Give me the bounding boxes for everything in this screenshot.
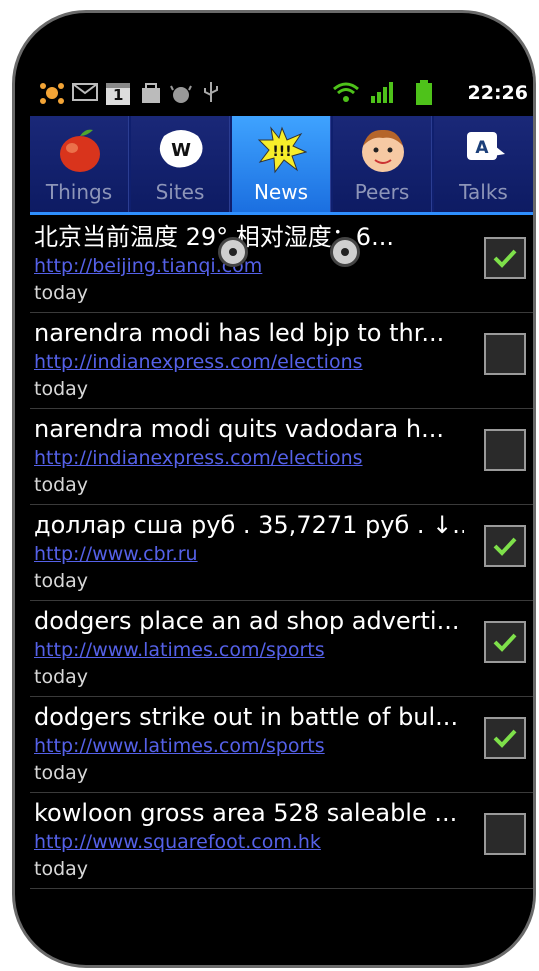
battery-icon (415, 80, 433, 105)
check-icon (493, 729, 517, 748)
check-icon (493, 249, 517, 268)
check-icon (493, 633, 517, 652)
item-title[interactable]: 北京当前温度 29° 相对湿度：6... (34, 221, 464, 253)
tab-label-talks: Talks (459, 180, 508, 204)
item-link[interactable]: http://www.cbr.ru (34, 542, 198, 566)
phone-frame: 1 22:26 Things W Sites !!! News Peers A … (12, 10, 536, 968)
face-icon (362, 129, 404, 172)
list-item[interactable]: dodgers place an ad shop adverti... http… (30, 601, 533, 697)
item-checkbox[interactable] (484, 333, 526, 375)
mail-icon (72, 80, 98, 104)
clock: 22:26 (467, 82, 528, 104)
list-item[interactable]: доллар сша руб . 35,7271 руб . ↓... http… (30, 505, 533, 601)
tab-peers[interactable]: Peers (333, 116, 432, 212)
item-link[interactable]: http://indianexpress.com/elections (34, 446, 363, 470)
item-time: today (34, 378, 89, 400)
list-item[interactable]: kowloon gross area 528 saleable ... http… (30, 793, 533, 889)
item-link[interactable]: http://www.latimes.com/sports (34, 734, 325, 758)
touch-indicator-icon (330, 237, 360, 267)
item-link[interactable]: http://indianexpress.com/elections (34, 350, 363, 374)
item-title[interactable]: dodgers place an ad shop adverti... (34, 605, 464, 637)
item-checkbox[interactable] (484, 813, 526, 855)
tab-bar: Things W Sites !!! News Peers A Talks (30, 116, 533, 215)
tab-label-news: News (253, 180, 309, 204)
svg-text:W: W (171, 140, 191, 161)
tab-talks[interactable]: A Talks (434, 116, 533, 212)
calendar-day: 1 (113, 86, 124, 104)
wifi-icon (332, 80, 360, 104)
item-title[interactable]: narendra modi quits vadodara h... (34, 413, 464, 445)
bag-icon (140, 80, 162, 104)
item-title[interactable]: доллар сша руб . 35,7271 руб . ↓... (34, 509, 464, 541)
list-item[interactable]: 北京当前温度 29° 相对湿度：6... http://beijing.tian… (30, 217, 533, 313)
item-checkbox[interactable] (484, 717, 526, 759)
news-list: 北京当前温度 29° 相对湿度：6... http://beijing.tian… (30, 217, 533, 889)
exclamation-burst-icon: !!! (257, 126, 307, 174)
item-checkbox[interactable] (484, 525, 526, 567)
www-bubble-icon: W (159, 130, 203, 168)
tab-things[interactable]: Things (30, 116, 129, 212)
svg-text:!!!: !!! (272, 144, 291, 160)
tab-news[interactable]: !!! News (232, 116, 331, 212)
item-time: today (34, 570, 89, 592)
item-title[interactable]: dodgers strike out in battle of bul... (34, 701, 464, 733)
calendar-icon: 1 (105, 82, 131, 106)
item-time: today (34, 282, 89, 304)
tab-label-things: Things (45, 180, 113, 204)
item-link[interactable]: http://www.latimes.com/sports (34, 638, 325, 662)
item-link[interactable]: http://www.squarefoot.com.hk (34, 830, 321, 854)
list-item[interactable]: narendra modi has led bjp to thr... http… (30, 313, 533, 409)
item-checkbox[interactable] (484, 429, 526, 471)
item-time: today (34, 474, 89, 496)
android-debug-icon (170, 80, 192, 104)
screen: 1 22:26 Things W Sites !!! News Peers A … (30, 72, 533, 912)
tab-sites[interactable]: W Sites (131, 116, 230, 212)
tab-label-peers: Peers (354, 180, 410, 204)
tab-label-sites: Sites (155, 180, 205, 204)
item-time: today (34, 762, 89, 784)
list-item[interactable]: narendra modi quits vadodara h... http:/… (30, 409, 533, 505)
svg-text:A: A (475, 138, 489, 158)
check-icon (493, 537, 517, 556)
usb-icon (202, 80, 220, 104)
list-item[interactable]: dodgers strike out in battle of bul... h… (30, 697, 533, 793)
item-title[interactable]: kowloon gross area 528 saleable ... (34, 797, 464, 829)
apple-icon (60, 129, 100, 172)
chat-bubble-icon: A (467, 132, 505, 160)
item-title[interactable]: narendra modi has led bjp to thr... (34, 317, 464, 349)
item-time: today (34, 666, 89, 688)
item-checkbox[interactable] (484, 621, 526, 663)
item-checkbox[interactable] (484, 237, 526, 279)
signal-icon (370, 80, 396, 104)
status-bar: 1 22:26 (30, 72, 533, 114)
touch-indicator-icon (218, 237, 248, 267)
item-time: today (34, 858, 89, 880)
app-icon (38, 80, 66, 104)
